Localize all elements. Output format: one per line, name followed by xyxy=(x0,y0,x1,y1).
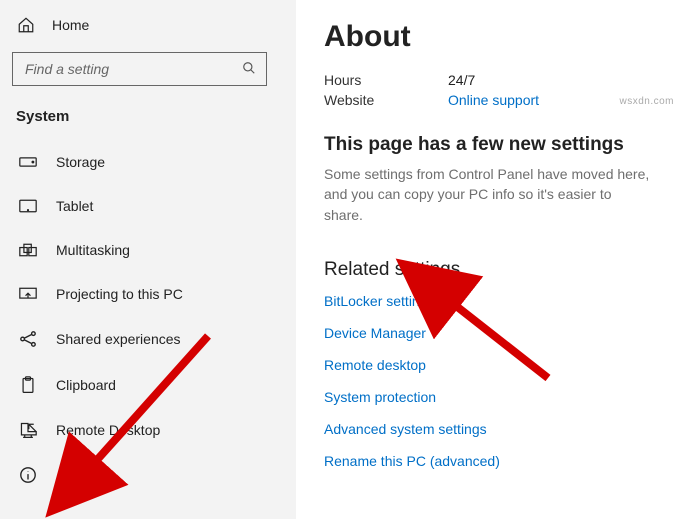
support-hours-row: Hours 24/7 xyxy=(324,72,652,88)
sidebar-item-tablet[interactable]: Tablet xyxy=(12,191,284,221)
online-support-link[interactable]: Online support xyxy=(448,92,539,108)
about-icon xyxy=(18,466,38,484)
clipboard-icon xyxy=(18,376,38,394)
related-settings-heading: Related settings xyxy=(324,259,652,281)
new-settings-body: Some settings from Control Panel have mo… xyxy=(324,164,652,225)
search-input-container[interactable] xyxy=(12,52,267,86)
sidebar-item-label: Tablet xyxy=(56,198,93,214)
link-system-protection[interactable]: System protection xyxy=(324,389,652,405)
sidebar-item-remote-desktop[interactable]: Remote Desktop xyxy=(12,415,284,445)
sidebar-item-about[interactable]: About xyxy=(12,459,284,491)
link-rename-pc[interactable]: Rename this PC (advanced) xyxy=(324,453,652,469)
settings-window: Home System Storage Tablet xyxy=(0,0,680,519)
support-website-row: Website Online support xyxy=(324,92,652,108)
new-settings-heading: This page has a few new settings xyxy=(324,134,652,156)
support-hours-label: Hours xyxy=(324,72,448,88)
sidebar-item-label: Projecting to this PC xyxy=(56,286,183,302)
sidebar-item-multitasking[interactable]: Multitasking xyxy=(12,235,284,265)
link-advanced-system[interactable]: Advanced system settings xyxy=(324,421,652,437)
sidebar-item-label: Storage xyxy=(56,154,105,170)
support-hours-value: 24/7 xyxy=(448,72,475,88)
tablet-icon xyxy=(18,199,38,213)
projecting-icon xyxy=(18,287,38,301)
sidebar-item-label: Shared experiences xyxy=(56,331,181,347)
sidebar-item-storage[interactable]: Storage xyxy=(12,147,284,177)
sidebar-item-label: Multitasking xyxy=(56,242,130,258)
sidebar: Home System Storage Tablet xyxy=(0,0,296,519)
main-panel: About Hours 24/7 Website Online support … xyxy=(296,0,680,519)
search-icon xyxy=(242,61,256,78)
multitasking-icon xyxy=(18,243,38,257)
sidebar-item-projecting[interactable]: Projecting to this PC xyxy=(12,279,284,309)
support-website-label: Website xyxy=(324,92,448,108)
sidebar-item-label: Clipboard xyxy=(56,377,116,393)
sidebar-item-label: About xyxy=(56,467,93,483)
page-title: About xyxy=(324,20,652,54)
sidebar-item-label: Remote Desktop xyxy=(56,422,160,438)
related-links-list: BitLocker settings Device Manager Remote… xyxy=(324,293,652,469)
link-device-manager[interactable]: Device Manager xyxy=(324,325,652,341)
home-label: Home xyxy=(52,17,89,33)
nav-list: Storage Tablet Multitasking Projecting t… xyxy=(12,147,284,491)
shared-icon xyxy=(18,330,38,348)
home-icon xyxy=(16,16,36,34)
sidebar-item-shared[interactable]: Shared experiences xyxy=(12,323,284,355)
remotedesktop-icon xyxy=(18,422,38,438)
search-input[interactable] xyxy=(23,60,242,78)
watermark-text: wsxdn.com xyxy=(619,96,674,107)
category-system[interactable]: System xyxy=(12,100,284,139)
link-remote-desktop[interactable]: Remote desktop xyxy=(324,357,652,373)
storage-icon xyxy=(18,156,38,168)
sidebar-item-clipboard[interactable]: Clipboard xyxy=(12,369,284,401)
home-button[interactable]: Home xyxy=(12,8,284,42)
link-bitlocker-settings[interactable]: BitLocker settings xyxy=(324,293,652,309)
